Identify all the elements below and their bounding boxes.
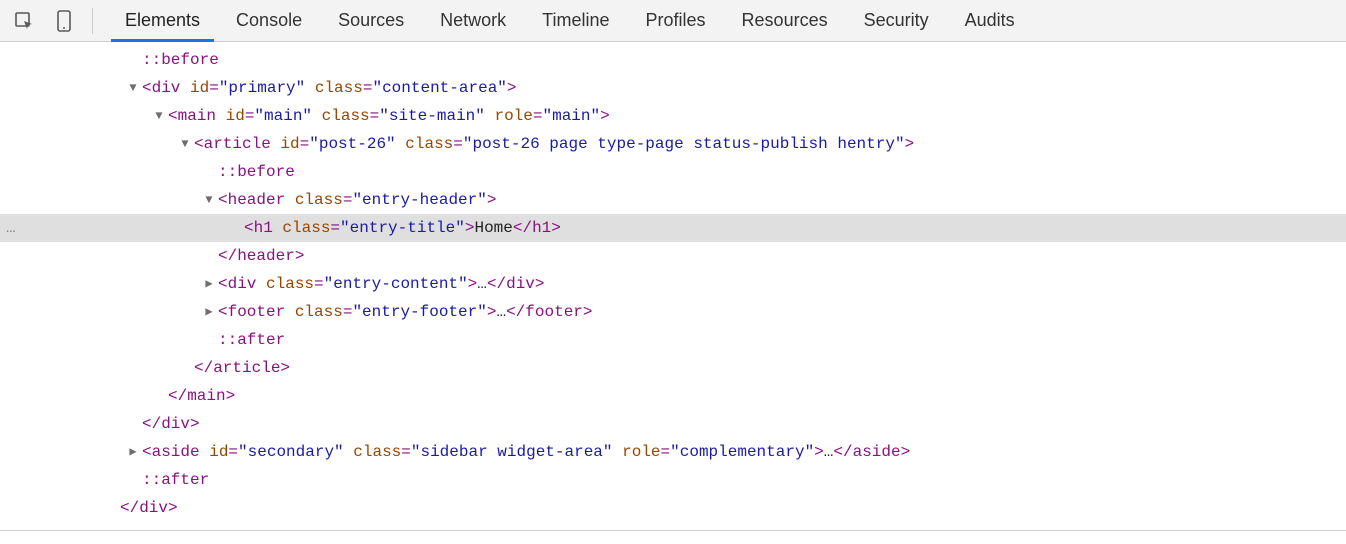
expand-down-icon[interactable]: ▼ [152, 102, 166, 130]
dom-node-div-end[interactable]: </div> [0, 494, 1346, 522]
dom-pseudo-before[interactable]: ::before [0, 158, 1346, 186]
tab-network[interactable]: Network [422, 0, 524, 41]
tab-security[interactable]: Security [846, 0, 947, 41]
panel-bottom-border [0, 530, 1346, 531]
dom-node-entry-footer[interactable]: ▶<footer class="entry-footer">…</footer> [0, 298, 1346, 326]
tab-console[interactable]: Console [218, 0, 320, 41]
dom-node-main-end[interactable]: </main> [0, 382, 1346, 410]
expand-down-icon[interactable]: ▼ [202, 186, 216, 214]
dom-node-article-end[interactable]: </article> [0, 354, 1346, 382]
tab-elements[interactable]: Elements [107, 0, 218, 41]
dom-node-header[interactable]: ▼<header class="entry-header"> [0, 186, 1346, 214]
dom-pseudo-after[interactable]: ::after [0, 326, 1346, 354]
dom-node-main[interactable]: ▼<main id="main" class="site-main" role=… [0, 102, 1346, 130]
expand-right-icon[interactable]: ▶ [126, 438, 140, 466]
dom-node-aside[interactable]: ▶<aside id="secondary" class="sidebar wi… [0, 438, 1346, 466]
inspect-element-icon[interactable] [10, 7, 38, 35]
dom-node-h1-selected[interactable]: <h1 class="entry-title">Home</h1> [0, 214, 1346, 242]
devtools-tabs: Elements Console Sources Network Timelin… [107, 0, 1033, 41]
dom-node-primary-end[interactable]: </div> [0, 410, 1346, 438]
tab-resources[interactable]: Resources [724, 0, 846, 41]
expand-down-icon[interactable]: ▼ [126, 74, 140, 102]
dom-tree[interactable]: ▼<div id="content" class="site-content">… [0, 42, 1346, 530]
expand-right-icon[interactable]: ▶ [202, 270, 216, 298]
dom-pseudo-after[interactable]: ::after [0, 466, 1346, 494]
tab-timeline[interactable]: Timeline [524, 0, 627, 41]
expand-right-icon[interactable]: ▶ [202, 298, 216, 326]
device-toggle-icon[interactable] [50, 7, 78, 35]
dom-pseudo-before[interactable]: ::before [0, 46, 1346, 74]
tab-sources[interactable]: Sources [320, 0, 422, 41]
expand-down-icon[interactable]: ▼ [178, 130, 192, 158]
dom-node-header-end[interactable]: </header> [0, 242, 1346, 270]
dom-node-div-primary[interactable]: ▼<div id="primary" class="content-area"> [0, 74, 1346, 102]
tab-audits[interactable]: Audits [947, 0, 1033, 41]
tab-profiles[interactable]: Profiles [628, 0, 724, 41]
toolbar-separator [92, 8, 93, 34]
h1-text-content: Home [474, 219, 512, 237]
dom-node-entry-content[interactable]: ▶<div class="entry-content">…</div> [0, 270, 1346, 298]
dom-node-article[interactable]: ▼<article id="post-26" class="post-26 pa… [0, 130, 1346, 158]
devtools-toolbar: Elements Console Sources Network Timelin… [0, 0, 1346, 42]
